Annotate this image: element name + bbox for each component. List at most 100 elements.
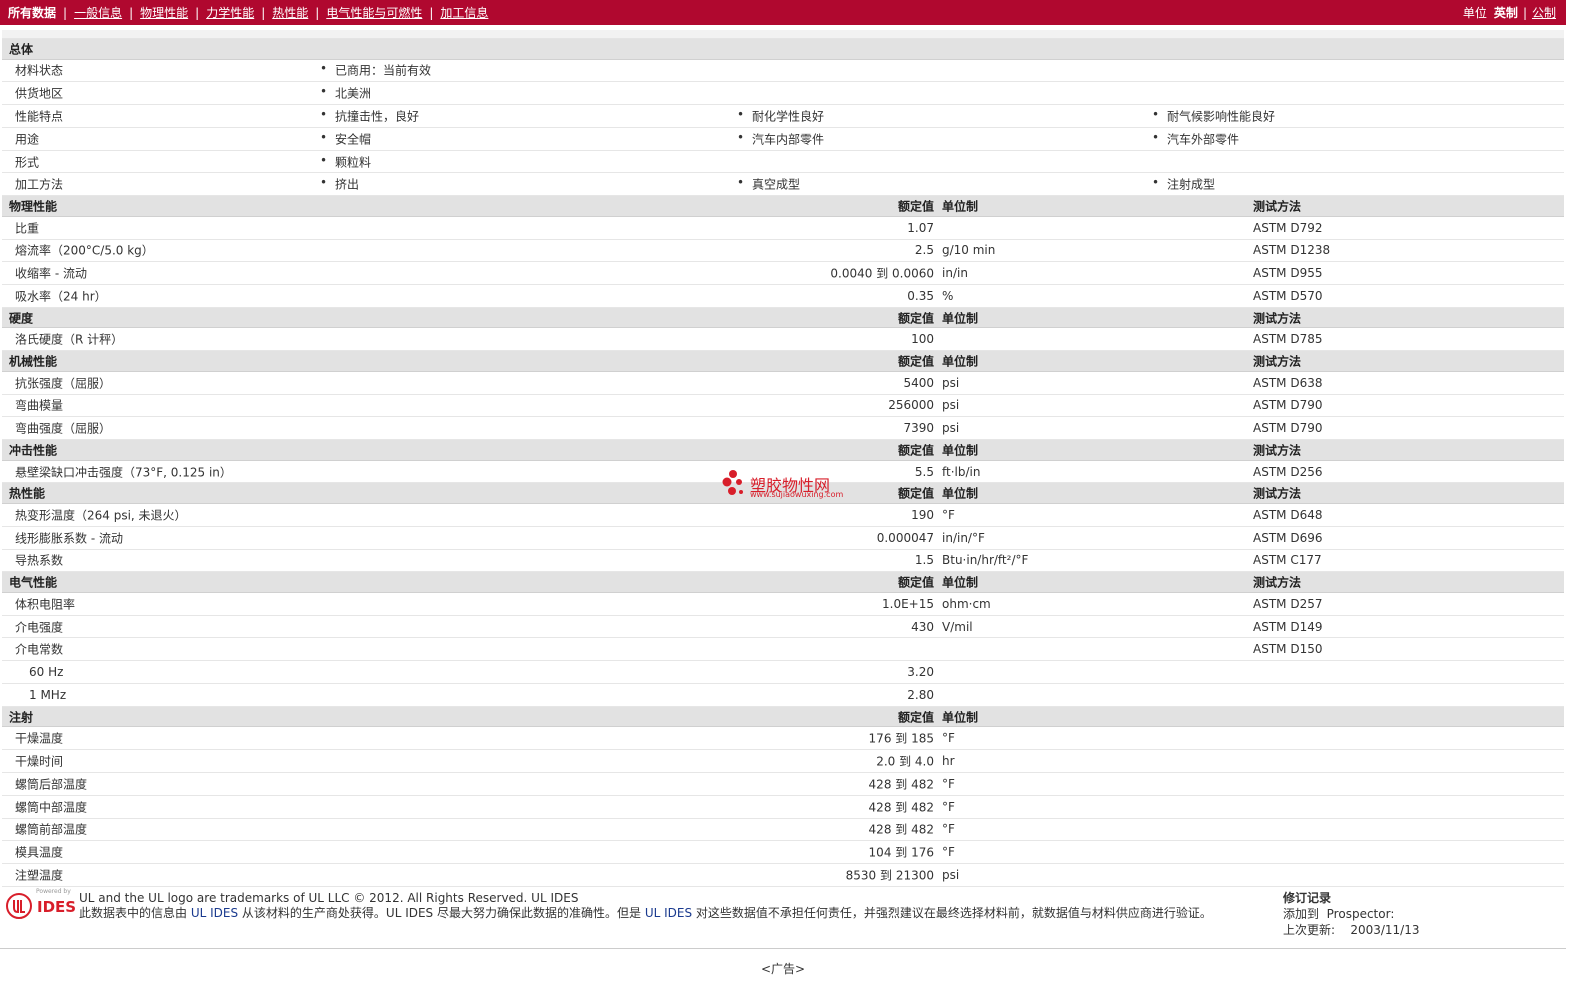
unit-switcher: 单位 英制 | 公制	[1462, 4, 1556, 21]
revision-history: 修订记录 添加到 Prospector: 上次更新: 2003/11/13	[1283, 890, 1419, 938]
header-test: 测试方法	[1253, 486, 1302, 501]
general-row: 性能特点 抗撞击性，良好 耐化学性良好 耐气候影响性能良好	[2, 105, 1564, 128]
property-value: 0.35	[907, 289, 934, 304]
property-unit: in/in	[942, 266, 968, 281]
test-method: ASTM C177	[1253, 553, 1322, 568]
bullet-value: 耐化学性良好	[737, 107, 824, 124]
row-label: 形式	[15, 155, 40, 170]
row-label: 供货地区	[15, 86, 64, 101]
bullet-value: 注射成型	[1152, 176, 1215, 193]
header-value: 额定值	[897, 486, 934, 501]
nav-separator: |	[195, 5, 200, 20]
property-row: 比重 1.07 ASTM D792	[2, 217, 1564, 240]
property-row: 弯曲模量 256000 psi ASTM D790	[2, 395, 1564, 418]
footer: Powered by IDES UL and the UL logo are t…	[0, 880, 1566, 949]
property-label: 模具温度	[15, 845, 64, 860]
tab-4[interactable]: 热性能	[272, 4, 308, 21]
property-unit: ft·lb/in	[942, 464, 981, 479]
nav-separator: |	[261, 5, 266, 20]
tab-2[interactable]: 物理性能	[140, 4, 188, 21]
test-method: ASTM D648	[1253, 507, 1323, 522]
header-value: 额定值	[897, 710, 934, 725]
row-label: 用途	[15, 132, 40, 147]
nav-separator: |	[429, 5, 434, 20]
property-row: 熔流率（200°C/5.0 kg） 2.5 g/10 min ASTM D1238	[2, 240, 1564, 263]
property-value: 0.000047	[876, 530, 934, 545]
bullet-value: 汽车外部零件	[1152, 130, 1239, 147]
header-unit: 单位制	[942, 710, 979, 725]
property-value: 428 到 482	[868, 800, 934, 815]
disclaimer-text: 此数据表中的信息由 UL IDES 从该材料的生产商处获得。UL IDES 尽最…	[79, 906, 1212, 920]
property-label: 干燥时间	[15, 754, 64, 769]
property-unit: g/10 min	[942, 243, 996, 258]
header-unit: 单位制	[942, 311, 979, 326]
watermark-logo-icon	[722, 470, 743, 495]
section-header: 冲击性能 额定值 单位制 测试方法	[2, 440, 1564, 461]
section-header: 注射 额定值 单位制	[2, 706, 1564, 728]
property-value: 2.0 到 4.0	[876, 754, 934, 769]
datasheet: 总体材料状态 已商用：当前有效供货地区 北美洲性能特点 抗撞击性，良好 耐化学性良好 耐气…	[2, 39, 1564, 887]
property-label: 收缩率 - 流动	[15, 266, 87, 281]
rev-updated-label: 上次更新:	[1283, 923, 1336, 937]
logo-powered-by: Powered by	[36, 888, 71, 895]
rev-added-label: 添加到	[1283, 907, 1320, 921]
bullet-value: 真空成型	[737, 176, 800, 193]
property-row: 体积电阻率 1.0E+15 ohm·cm ASTM D257	[2, 593, 1564, 616]
property-value: 176 到 185	[868, 731, 934, 746]
property-row: 吸水率（24 hr） 0.35% ASTM D570	[2, 285, 1564, 308]
property-value: 1.07	[907, 220, 934, 235]
test-method: ASTM D696	[1253, 530, 1323, 545]
property-unit: in/in/°F	[942, 530, 985, 545]
test-method: ASTM D1238	[1253, 243, 1331, 258]
test-method: ASTM D792	[1253, 220, 1323, 235]
property-label: 体积电阻率	[15, 597, 76, 612]
header-value: 额定值	[897, 443, 934, 458]
property-label: 弯曲模量	[15, 398, 64, 413]
unit-metric-link[interactable]: 公制	[1532, 4, 1556, 21]
property-value: 190	[911, 507, 934, 522]
property-value: 7390	[903, 421, 934, 436]
property-unit: °F	[942, 731, 955, 746]
rev-added-value: Prospector:	[1326, 907, 1395, 921]
property-unit: V/mil	[942, 619, 973, 634]
tab-3[interactable]: 力学性能	[206, 4, 254, 21]
property-row: 介电强度 430 V/mil ASTM D149	[2, 616, 1564, 639]
property-unit: °F	[942, 799, 955, 814]
ad-label: <广告>	[760, 962, 806, 976]
header-value: 额定值	[897, 311, 934, 326]
property-row: 螺筒前部温度 428 到 482 °F	[2, 819, 1564, 842]
property-row: 螺筒中部温度 428 到 482 °F	[2, 796, 1564, 819]
test-method: ASTM D790	[1253, 398, 1323, 413]
property-label: 螺筒后部温度	[15, 777, 88, 792]
header-value: 额定值	[897, 199, 934, 214]
row-label: 加工方法	[15, 177, 64, 192]
bullet-value: 颗粒料	[320, 153, 371, 170]
unit-imperial[interactable]: 英制	[1494, 4, 1518, 21]
property-value: 5400	[903, 375, 934, 390]
property-label: 导热系数	[15, 553, 64, 568]
tab-nav: 所有数据 | 一般信息 | 物理性能 | 力学性能 | 热性能 | 电气性能与可燃性 | 加工信息	[8, 0, 488, 25]
tab-5[interactable]: 电气性能与可燃性	[326, 4, 422, 21]
section-title: 冲击性能	[9, 443, 58, 458]
section-title: 机械性能	[9, 354, 58, 369]
property-label: 熔流率（200°C/5.0 kg）	[15, 243, 154, 258]
tab-6[interactable]: 加工信息	[440, 4, 488, 21]
property-unit: °F	[942, 845, 955, 860]
bullet-value: 耐气候影响性能良好	[1152, 107, 1275, 124]
section-header: 机械性能 额定值 单位制 测试方法	[2, 351, 1564, 372]
property-unit: hr	[942, 754, 955, 769]
section-title: 物理性能	[9, 199, 58, 214]
property-row: 螺筒后部温度 428 到 482 °F	[2, 773, 1564, 796]
test-method: ASTM D149	[1253, 619, 1323, 634]
tab-1[interactable]: 一般信息	[74, 4, 122, 21]
property-unit: °F	[942, 776, 955, 791]
property-unit: Btu·in/hr/ft²/°F	[942, 553, 1029, 568]
tab-0[interactable]: 所有数据	[8, 4, 56, 21]
property-value: 100	[911, 332, 934, 347]
property-label: 介电强度	[15, 620, 64, 635]
ul-ides-logo: Powered by IDES	[6, 888, 76, 922]
property-value: 5.5	[914, 464, 934, 479]
nav-separator: |	[315, 5, 320, 20]
header-test: 测试方法	[1253, 443, 1302, 458]
property-label: 干燥温度	[15, 731, 64, 746]
